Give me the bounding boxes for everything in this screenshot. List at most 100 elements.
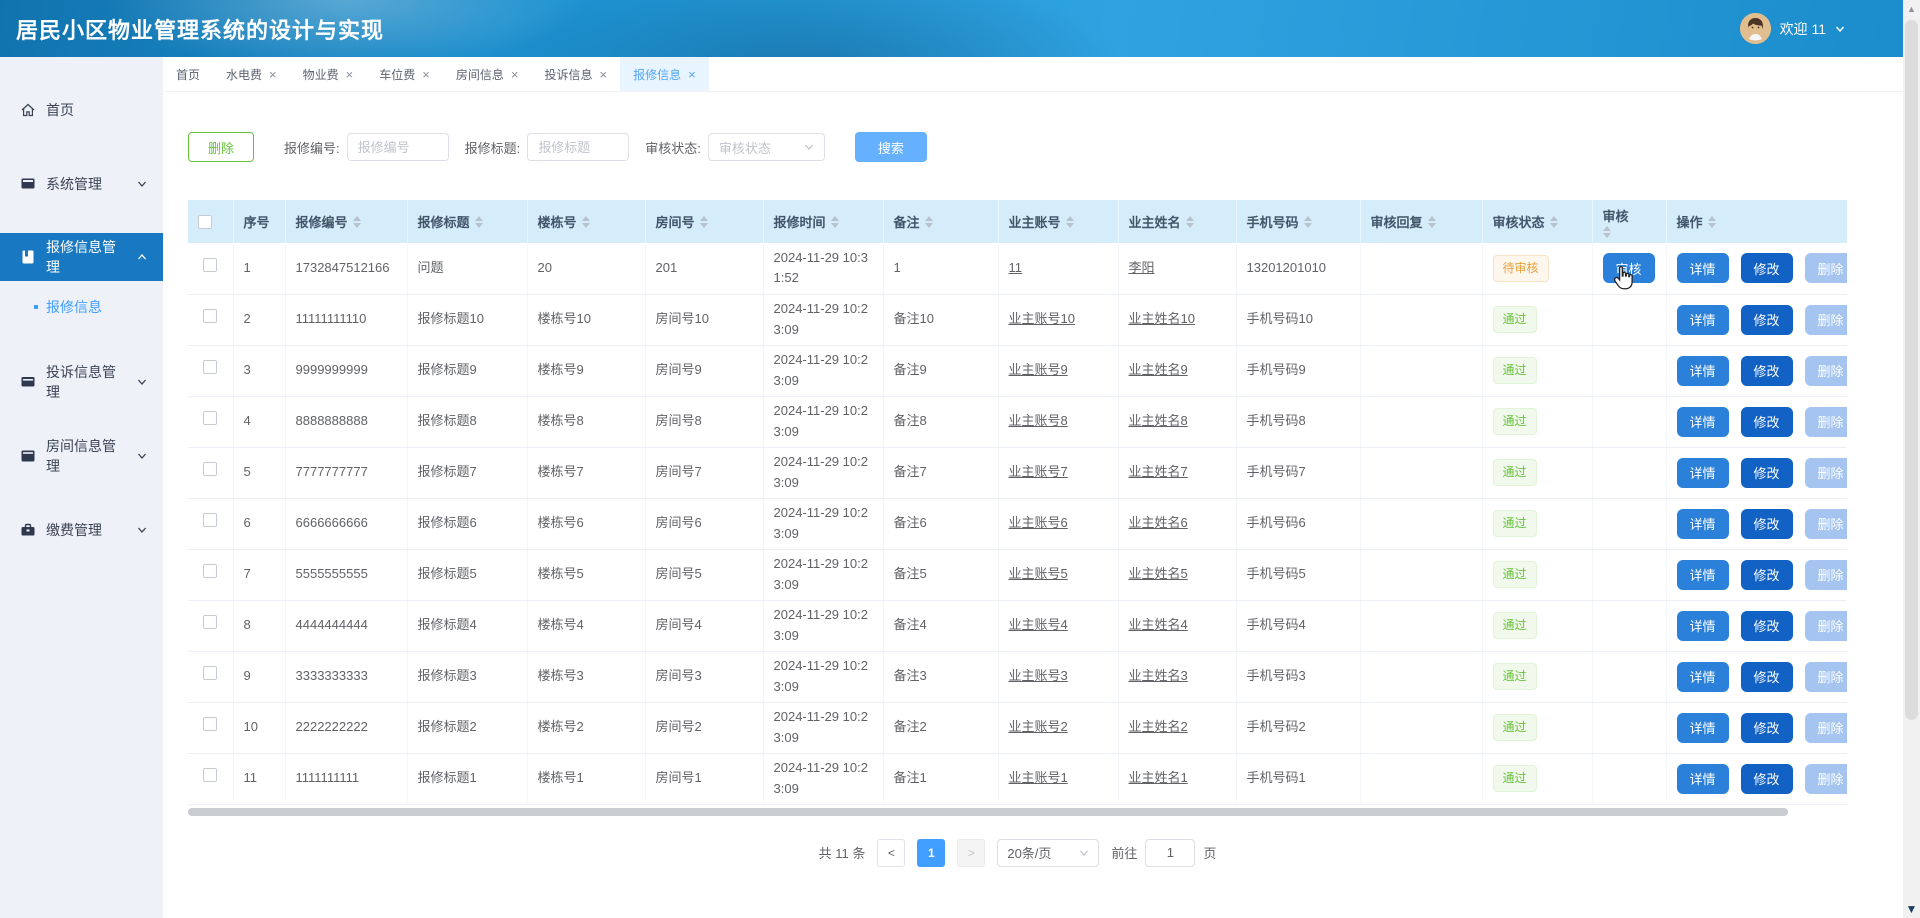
horizontal-scrollbar[interactable] <box>188 807 1847 817</box>
column-header[interactable]: 序号 <box>233 200 285 243</box>
owner-name-link[interactable]: 业主姓名10 <box>1129 311 1195 326</box>
delete-row-button[interactable]: 删除 <box>1805 713 1847 743</box>
edit-button[interactable]: 修改 <box>1741 253 1793 283</box>
column-header[interactable]: 业主姓名 <box>1118 200 1236 243</box>
row-checkbox[interactable] <box>203 564 217 578</box>
owner-account-link[interactable]: 11 <box>1009 260 1023 275</box>
owner-account-link[interactable]: 业主账号8 <box>1009 413 1068 428</box>
tab-home[interactable]: 首页 <box>163 57 213 91</box>
repair-no-input[interactable] <box>347 133 449 161</box>
detail-button[interactable]: 详情 <box>1677 764 1729 794</box>
page-size-select[interactable]: 20条/页 <box>997 839 1099 867</box>
sort-up-icon[interactable] <box>1603 226 1611 231</box>
row-checkbox[interactable] <box>203 360 217 374</box>
owner-name-link[interactable]: 业主姓名4 <box>1129 617 1188 632</box>
user-menu[interactable]: 欢迎 11 <box>1740 13 1845 44</box>
detail-button[interactable]: 详情 <box>1677 305 1729 335</box>
owner-account-link[interactable]: 业主账号5 <box>1009 566 1068 581</box>
owner-account-link[interactable]: 业主账号2 <box>1009 719 1068 734</box>
sort-up-icon[interactable] <box>353 216 361 221</box>
prev-page-button[interactable]: < <box>877 839 905 867</box>
tab-close-icon[interactable]: × <box>688 68 696 81</box>
sort-caret-icon[interactable] <box>1428 216 1436 228</box>
column-header[interactable]: 业主账号 <box>998 200 1118 243</box>
sort-caret-icon[interactable] <box>475 216 483 228</box>
delete-row-button[interactable]: 删除 <box>1805 407 1847 437</box>
sort-up-icon[interactable] <box>831 216 839 221</box>
sort-caret-icon[interactable] <box>1186 216 1194 228</box>
sidebar-item-complaint-mgmt[interactable]: 投诉信息管理 <box>0 357 163 407</box>
owner-name-link[interactable]: 业主姓名7 <box>1129 464 1188 479</box>
search-button[interactable]: 搜索 <box>855 132 927 162</box>
tab-close-icon[interactable]: × <box>511 68 519 81</box>
sort-caret-icon[interactable] <box>925 216 933 228</box>
repair-title-input[interactable] <box>527 133 629 161</box>
column-header[interactable]: 审核状态 <box>1482 200 1592 243</box>
delete-row-button[interactable]: 删除 <box>1805 611 1847 641</box>
sort-up-icon[interactable] <box>700 216 708 221</box>
next-page-button[interactable]: > <box>957 839 985 867</box>
edit-button[interactable]: 修改 <box>1741 509 1793 539</box>
detail-button[interactable]: 详情 <box>1677 611 1729 641</box>
owner-account-link[interactable]: 业主账号4 <box>1009 617 1068 632</box>
column-header[interactable]: 审核回复 <box>1360 200 1482 243</box>
owner-name-link[interactable]: 业主姓名3 <box>1129 668 1188 683</box>
delete-row-button[interactable]: 删除 <box>1805 458 1847 488</box>
sort-caret-icon[interactable] <box>582 216 590 228</box>
detail-button[interactable]: 详情 <box>1677 253 1729 283</box>
delete-row-button[interactable]: 删除 <box>1805 662 1847 692</box>
delete-row-button[interactable]: 删除 <box>1805 253 1847 283</box>
row-checkbox[interactable] <box>203 258 217 272</box>
sort-up-icon[interactable] <box>1428 216 1436 221</box>
sort-down-icon[interactable] <box>1066 223 1074 228</box>
tab-property-fee[interactable]: 物业费× <box>290 57 367 91</box>
vertical-scrollbar-thumb[interactable] <box>1905 20 1918 720</box>
delete-row-button[interactable]: 删除 <box>1805 509 1847 539</box>
sort-down-icon[interactable] <box>353 223 361 228</box>
column-header[interactable]: 楼栋号 <box>527 200 645 243</box>
tab-repair-info[interactable]: 报修信息× <box>620 57 709 91</box>
edit-button[interactable]: 修改 <box>1741 713 1793 743</box>
column-header[interactable]: 审核 <box>1592 200 1666 243</box>
select-all-checkbox[interactable] <box>198 215 212 229</box>
detail-button[interactable]: 详情 <box>1677 356 1729 386</box>
tab-close-icon[interactable]: × <box>599 68 607 81</box>
sort-down-icon[interactable] <box>925 223 933 228</box>
audit-button[interactable]: 审核 <box>1603 253 1655 283</box>
row-checkbox[interactable] <box>203 717 217 731</box>
column-header[interactable]: 备注 <box>883 200 998 243</box>
tab-close-icon[interactable]: × <box>422 68 430 81</box>
tab-complaint-info[interactable]: 投诉信息× <box>531 57 620 91</box>
owner-account-link[interactable]: 业主账号6 <box>1009 515 1068 530</box>
column-header[interactable]: 房间号 <box>645 200 763 243</box>
current-page-button[interactable]: 1 <box>917 839 945 867</box>
sidebar-item-payment-mgmt[interactable]: 缴费管理 <box>0 505 163 555</box>
owner-account-link[interactable]: 业主账号10 <box>1009 311 1075 326</box>
delete-row-button[interactable]: 删除 <box>1805 305 1847 335</box>
row-checkbox[interactable] <box>203 615 217 629</box>
sort-down-icon[interactable] <box>1304 223 1312 228</box>
tab-parking-fee[interactable]: 车位费× <box>366 57 443 91</box>
delete-button[interactable]: 删除 <box>188 132 254 162</box>
sort-caret-icon[interactable] <box>700 216 708 228</box>
scroll-down-icon[interactable]: ▼ <box>1903 901 1920 917</box>
row-checkbox[interactable] <box>203 411 217 425</box>
detail-button[interactable]: 详情 <box>1677 662 1729 692</box>
owner-name-link[interactable]: 李阳 <box>1129 260 1155 275</box>
detail-button[interactable]: 详情 <box>1677 560 1729 590</box>
tab-close-icon[interactable]: × <box>269 68 277 81</box>
detail-button[interactable]: 详情 <box>1677 509 1729 539</box>
sort-up-icon[interactable] <box>1186 216 1194 221</box>
row-checkbox[interactable] <box>203 309 217 323</box>
edit-button[interactable]: 修改 <box>1741 458 1793 488</box>
sort-down-icon[interactable] <box>1428 223 1436 228</box>
sort-down-icon[interactable] <box>1550 223 1558 228</box>
sort-caret-icon[interactable] <box>1066 216 1074 228</box>
sidebar-item-home[interactable]: 首页 <box>0 85 163 135</box>
edit-button[interactable]: 修改 <box>1741 356 1793 386</box>
delete-row-button[interactable]: 删除 <box>1805 356 1847 386</box>
row-checkbox[interactable] <box>203 462 217 476</box>
sort-down-icon[interactable] <box>475 223 483 228</box>
column-header[interactable]: 报修标题 <box>407 200 527 243</box>
sidebar-item-repair-mgmt[interactable]: 报修信息管理 <box>0 233 163 281</box>
